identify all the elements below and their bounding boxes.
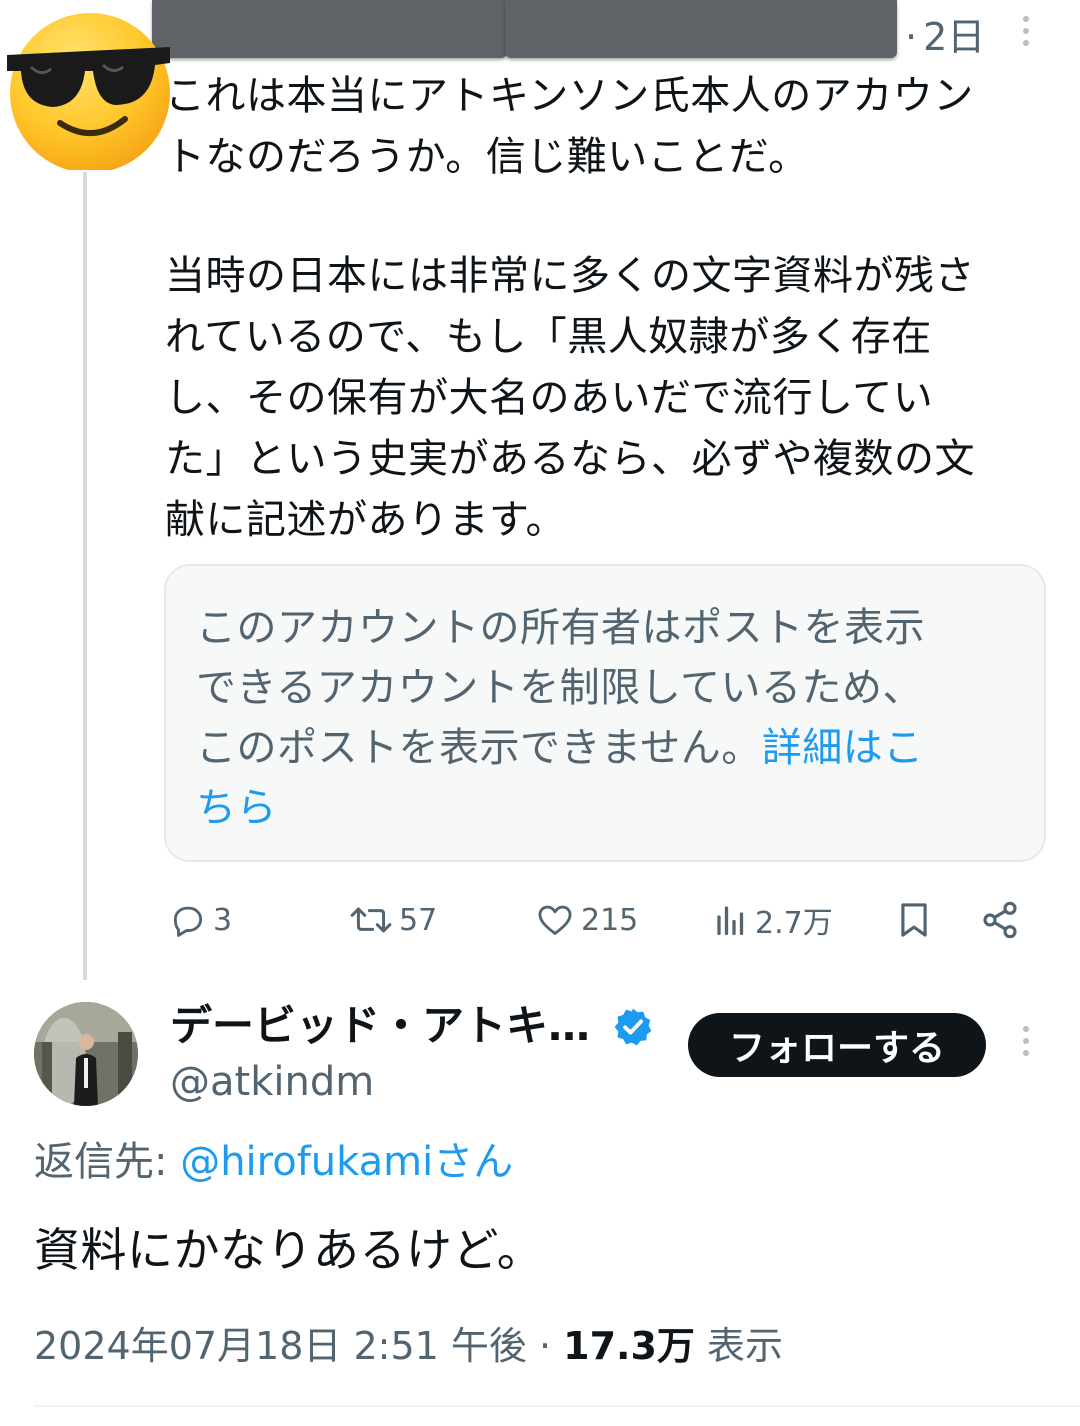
reply-icon bbox=[173, 906, 203, 937]
verified-badge-icon bbox=[612, 1006, 654, 1048]
analytics-icon bbox=[717, 906, 744, 936]
more-options-icon[interactable] bbox=[1012, 16, 1040, 64]
bookmark-button[interactable] bbox=[895, 892, 933, 948]
user-avatar[interactable] bbox=[34, 1002, 138, 1106]
sunglasses-emoji-avatar[interactable] bbox=[5, 5, 170, 173]
post-text-paragraph-1: これは本当にアトキンソン氏本人のアカウン トなのだろうか。信じ難いことだ。 bbox=[165, 73, 974, 180]
repost-icon bbox=[350, 907, 392, 933]
thread-connector-line bbox=[83, 172, 87, 980]
post-action-bar: 3 57 215 2.7万 bbox=[165, 892, 1045, 948]
share-icon bbox=[983, 901, 1017, 939]
post-view-count: 17.3万 bbox=[563, 1324, 695, 1368]
divider bbox=[34, 1405, 1080, 1407]
author-display-name[interactable]: デービッド・アトキ… bbox=[170, 1000, 590, 1052]
follow-button[interactable]: フォローする bbox=[688, 1013, 986, 1077]
post-meta-line: 2024年07月18日 2:51 午後 · 17.3万 表示 bbox=[34, 1320, 783, 1372]
main-post-text: 資料にかなりあるけど。 bbox=[34, 1223, 544, 1277]
repost-count: 57 bbox=[399, 902, 438, 938]
author-handle[interactable]: @atkindm bbox=[170, 1056, 374, 1108]
reply-to-label: 返信先: bbox=[34, 1139, 181, 1185]
post-view-label: 表示 bbox=[694, 1324, 784, 1368]
bookmark-icon bbox=[901, 903, 927, 937]
reply-mention-link[interactable]: @hirofukamiさん bbox=[180, 1139, 513, 1185]
repost-button[interactable]: 57 bbox=[349, 892, 437, 948]
reply-button[interactable]: 3 bbox=[169, 892, 232, 948]
reply-to-line: 返信先: @hirofukamiさん bbox=[34, 1136, 513, 1188]
redacted-name-bar bbox=[152, 0, 507, 58]
post-datetime[interactable]: 2024年07月18日 2:51 午後 · bbox=[34, 1324, 563, 1368]
post-timestamp[interactable]: 2日 bbox=[905, 14, 985, 60]
unavailable-quote-card: このアカウントの所有者はポストを表示 できるアカウントを制限しているため、 この… bbox=[164, 564, 1046, 862]
view-count: 2.7万 bbox=[755, 906, 833, 941]
like-count: 215 bbox=[581, 902, 639, 938]
views-button[interactable]: 2.7万 bbox=[713, 892, 833, 948]
like-button[interactable]: 215 bbox=[535, 892, 638, 948]
reply-mention-handle: @hirofukami bbox=[180, 1139, 434, 1185]
share-button[interactable] bbox=[980, 892, 1020, 948]
redacted-handle-bar bbox=[505, 0, 897, 58]
heart-icon bbox=[538, 905, 572, 935]
reply-mention-honorific: さん bbox=[433, 1139, 514, 1185]
reply-count: 3 bbox=[213, 902, 233, 938]
more-options-icon[interactable] bbox=[1012, 1026, 1040, 1074]
post-text-paragraph-2: 当時の日本には非常に多くの文字資料が残さ れているので、もし「黒人奴隷が多く存在… bbox=[165, 253, 975, 543]
quote-notice-text: このアカウントの所有者はポストを表示 できるアカウントを制限しているため、 この… bbox=[196, 605, 925, 831]
